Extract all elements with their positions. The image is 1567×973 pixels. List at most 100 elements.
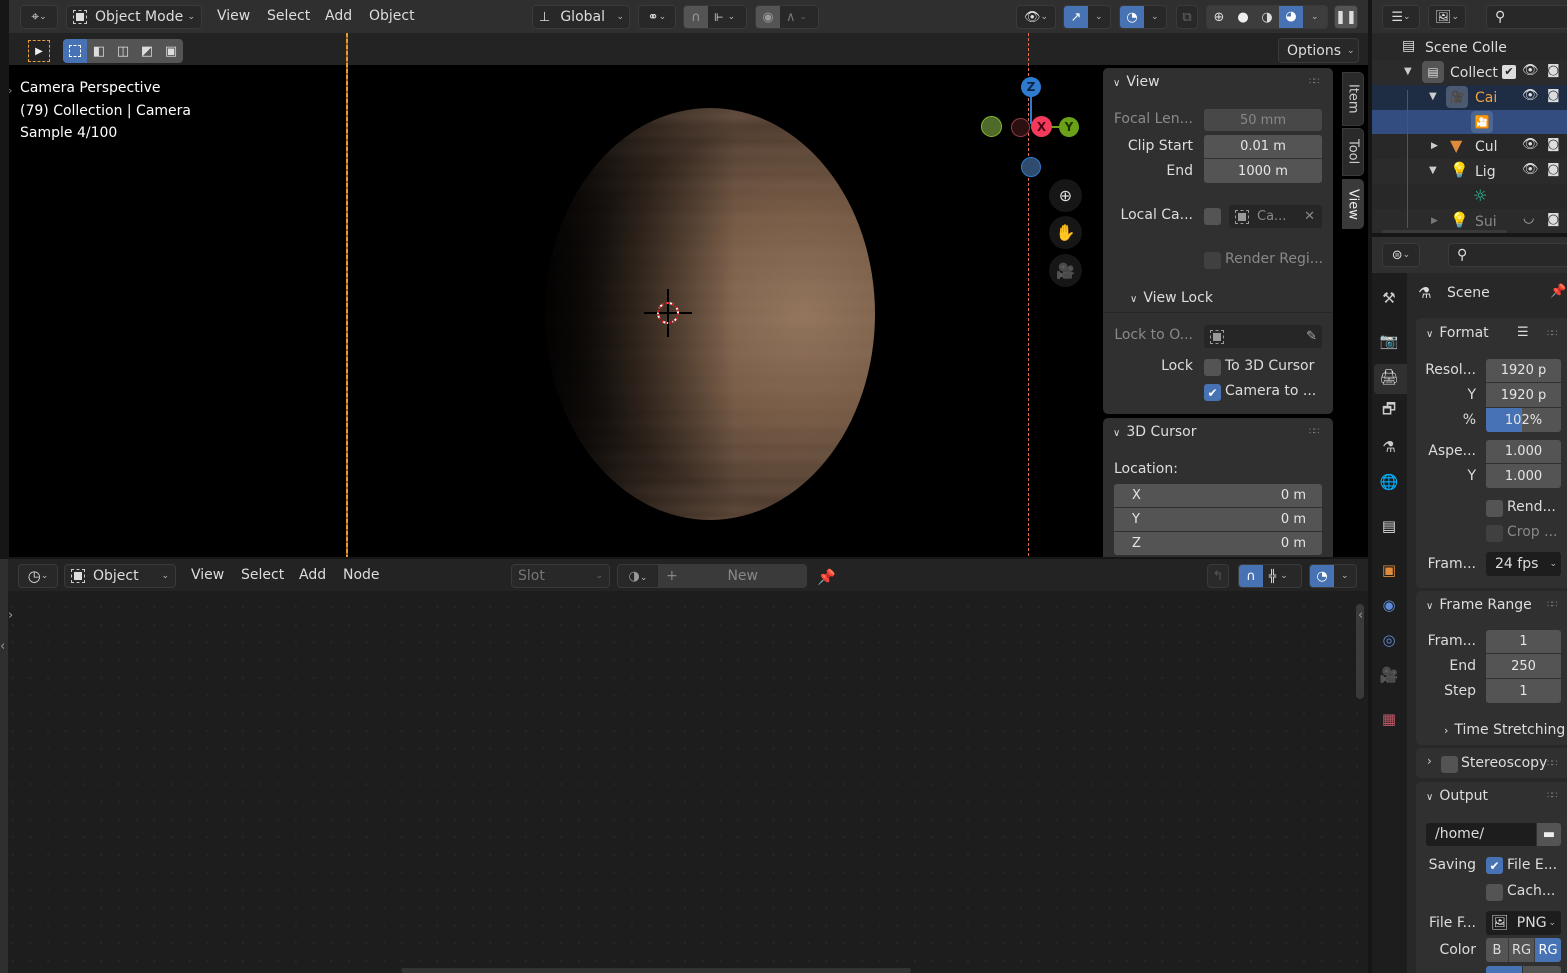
active-tool-icon[interactable]: ▶ [28, 40, 50, 62]
select-subtract-icon[interactable]: ◫ [111, 39, 135, 63]
output-path-input[interactable]: /home/ [1426, 823, 1536, 846]
drag-grip-icon[interactable]: ∷∷ [1547, 329, 1558, 339]
visibility-dropdown[interactable]: 👁 ⌄ [1016, 5, 1056, 29]
gizmo-z[interactable]: Z [1021, 77, 1041, 97]
render-region-checkbox[interactable] [1486, 500, 1503, 517]
focal-length-field[interactable]: 50 mm [1204, 109, 1322, 131]
stereoscopy-checkbox[interactable] [1441, 756, 1458, 773]
mode-dropdown[interactable]: Object Mode ⌄ [66, 5, 202, 29]
display-mode-dropdown[interactable]: 🖼 ⌄ [1428, 5, 1466, 29]
frame-rate-dropdown[interactable]: 24 fps ⌄ [1486, 552, 1561, 576]
tab-texture[interactable]: ▦ [1379, 709, 1399, 729]
view-panel-header[interactable]: ∨ View [1113, 74, 1160, 90]
cursor-y-field[interactable]: Y0 m [1114, 508, 1322, 531]
disclosure-triangle-icon[interactable]: ▶ [1431, 141, 1438, 151]
outliner-search-input[interactable]: ⚲ [1486, 5, 1567, 29]
rendered-shading-icon[interactable]: ◕ [1279, 6, 1303, 28]
material-shading-icon[interactable]: ◑ [1255, 10, 1279, 25]
outliner-row-scene-collection[interactable]: ▤ Scene Colle [1372, 36, 1567, 60]
aspect-x-field[interactable]: 1.000 [1486, 440, 1561, 463]
tab-collection[interactable]: ▤ [1379, 516, 1399, 536]
material-sphere-icon[interactable]: ◑⌄ [618, 569, 658, 584]
snap-magnet-icon[interactable]: ∩ [684, 6, 708, 28]
outliner-row-collection[interactable]: ▼ ▤ Collect ✔ 👁 ◙ [1372, 60, 1567, 85]
node-menu-select[interactable]: Select [241, 567, 284, 583]
wireframe-shading-icon[interactable]: ⊕ [1207, 10, 1231, 25]
properties-search-input[interactable]: ⚲ [1448, 243, 1567, 267]
tab-item[interactable]: Item [1342, 72, 1364, 126]
file-format-dropdown[interactable]: 🖼 PNG ⌄ [1486, 911, 1561, 935]
new-material-button[interactable]: + New [658, 565, 806, 587]
stereoscopy-expand-icon[interactable]: › [1427, 754, 1432, 768]
tab-view-layer[interactable]: 🗗 [1379, 400, 1399, 421]
tab-view[interactable]: View [1342, 179, 1364, 229]
outliner-row-camera-data[interactable]: 🎦 [1372, 110, 1567, 134]
color-option-rgb[interactable]: RG [1509, 938, 1535, 962]
browse-folder-button[interactable]: ▬ [1537, 823, 1561, 846]
clip-start-field[interactable]: 0.01 m [1204, 135, 1322, 158]
tab-object[interactable]: ▣ [1379, 560, 1399, 580]
pin-icon[interactable]: 📌 [817, 568, 836, 586]
cursor-x-field[interactable]: X0 m [1114, 484, 1322, 507]
exclude-checkbox[interactable]: ✔ [1502, 65, 1516, 79]
menu-object[interactable]: Object [369, 8, 415, 24]
gizmo-neg-x[interactable] [1011, 118, 1030, 137]
gizmo-neg-y[interactable] [981, 116, 1002, 137]
3d-cursor-panel-header[interactable]: ∨ 3D Cursor [1113, 424, 1197, 440]
tab-render[interactable]: 📷 [1379, 331, 1399, 351]
gizmo-neg-z[interactable] [1021, 157, 1041, 177]
outliner-row-camera[interactable]: ▼ 🎥 Cai 👁 ◙ [1372, 85, 1567, 110]
menu-view[interactable]: View [217, 8, 250, 24]
proportional-edit-icon[interactable]: ◉ [756, 6, 780, 28]
color-option-bw[interactable]: B [1486, 938, 1509, 962]
properties-editor-type-button[interactable]: ⊜ ⌄ [1382, 243, 1420, 267]
tab-physics[interactable]: ◉ [1379, 595, 1399, 615]
transform-orientation-dropdown[interactable]: ⊥ Global ⌄ [532, 5, 630, 29]
cursor-z-field[interactable]: Z0 m [1114, 532, 1322, 555]
tab-tool[interactable]: Tool [1342, 128, 1364, 176]
eye-icon[interactable]: 👁 [1522, 162, 1539, 177]
tab-world[interactable]: 🌐 [1379, 472, 1399, 492]
sidebar-expand-arrow[interactable]: › [8, 84, 12, 97]
render-region-checkbox[interactable] [1204, 252, 1221, 269]
drag-grip-icon[interactable]: ∷∷ [1547, 600, 1558, 610]
tab-scene[interactable]: ⚗ [1379, 437, 1399, 457]
render-camera-icon[interactable]: ◙ [1547, 162, 1560, 177]
drag-grip-icon[interactable]: ∷∷ [1547, 759, 1558, 769]
tab-object-data[interactable]: 🎥 [1379, 665, 1399, 685]
menu-select[interactable]: Select [267, 8, 310, 24]
eye-hidden-icon[interactable]: ◡ [1523, 211, 1534, 226]
clear-x-icon[interactable]: ✕ [1304, 209, 1315, 224]
disclosure-triangle-icon[interactable]: ▼ [1429, 91, 1437, 102]
time-stretching-subpanel[interactable]: › Time Stretching [1444, 722, 1565, 738]
file-extensions-checkbox[interactable]: ✔ [1486, 857, 1503, 874]
disclosure-triangle-icon[interactable]: ▶ [1431, 216, 1438, 226]
lock-to-cursor-checkbox[interactable] [1204, 359, 1221, 376]
gizmo-x[interactable]: X [1031, 116, 1052, 137]
select-extend-icon[interactable]: ◧ [87, 39, 111, 63]
aspect-y-field[interactable]: 1.000 [1486, 464, 1561, 488]
sidebar-collapse-arrow[interactable]: ‹ [0, 639, 5, 654]
falloff-curve-icon[interactable]: ∧ [786, 10, 796, 25]
node-menu-view[interactable]: View [191, 567, 224, 583]
select-new-icon[interactable] [63, 39, 87, 63]
view-lock-header[interactable]: ∨ View Lock [1130, 290, 1213, 306]
gizmo-y[interactable]: Y [1059, 117, 1079, 137]
crop-checkbox[interactable] [1486, 525, 1503, 542]
disclosure-triangle-icon[interactable]: ▼ [1404, 66, 1412, 77]
editor-type-button[interactable]: ⌖ ⌄ [20, 5, 58, 29]
sidebar-expand-right-arrow[interactable]: ‹ [1358, 608, 1363, 623]
eye-icon[interactable]: 👁 [1522, 88, 1539, 103]
gizmo-icon[interactable]: ↗ [1064, 6, 1088, 28]
camera-view-button[interactable]: 🎥 [1049, 254, 1082, 287]
snap-magnet-icon[interactable]: ∩ [1239, 565, 1263, 587]
3d-cursor[interactable] [644, 289, 692, 337]
select-invert-icon[interactable]: ◩ [135, 39, 159, 63]
render-camera-icon[interactable]: ◙ [1547, 137, 1560, 152]
parent-node-tree-button[interactable]: ↰ [1207, 564, 1229, 588]
solid-shading-icon[interactable]: ● [1231, 10, 1255, 25]
tab-output[interactable]: 🖨 [1379, 367, 1399, 387]
presets-list-icon[interactable]: ☰ [1517, 325, 1529, 340]
tab-tool-settings[interactable]: ⚒ [1379, 288, 1399, 308]
outliner-row-light-data[interactable]: ☼ [1372, 184, 1567, 209]
